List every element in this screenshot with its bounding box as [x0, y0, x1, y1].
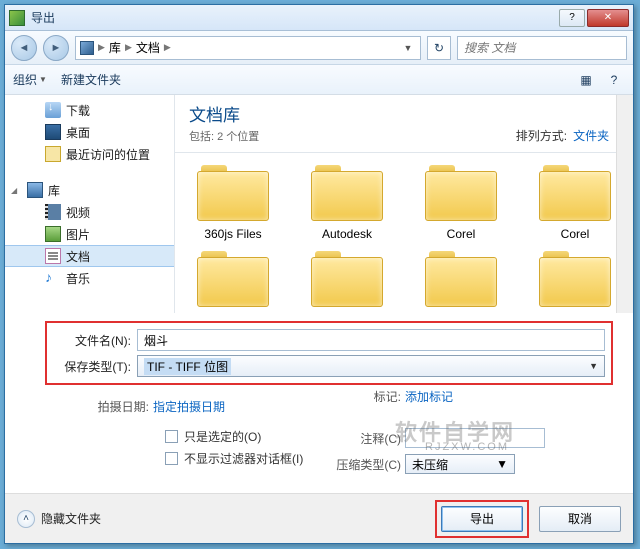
- filename-input[interactable]: [137, 329, 605, 351]
- library-subtitle: 包括: 2 个位置: [189, 128, 259, 144]
- download-icon: [45, 102, 61, 118]
- toolbar: 组织▼ 新建文件夹 ▦ ?: [5, 65, 633, 95]
- titlebar: 导出 ? ✕: [5, 5, 633, 31]
- folder-icon: [193, 159, 273, 223]
- folder-item[interactable]: Autodesk: [297, 159, 397, 241]
- sidebar-item-documents[interactable]: 文档: [5, 245, 174, 267]
- highlight-box: 导出: [435, 500, 529, 538]
- sort-control[interactable]: 排列方式: 文件夹 ▼: [516, 127, 623, 144]
- chevron-down-icon: ▼: [496, 457, 508, 471]
- sidebar: 下载 桌面 最近访问的位置 ◢库 视频 图片 文档 ♪音乐: [5, 95, 175, 313]
- search-input[interactable]: [457, 36, 627, 60]
- recent-icon: [45, 146, 61, 162]
- checkbox[interactable]: [165, 430, 178, 443]
- video-icon: [45, 204, 61, 220]
- highlight-box: 文件名(N): 保存类型(T): TIF - TIFF 位图 ▼: [45, 321, 613, 385]
- comment-input[interactable]: [405, 428, 545, 448]
- folder-item[interactable]: 360js Files: [183, 159, 283, 241]
- folder-icon: [535, 245, 615, 309]
- sidebar-item-desktop[interactable]: 桌面: [5, 121, 174, 143]
- sidebar-item-recent[interactable]: 最近访问的位置: [5, 143, 174, 165]
- breadcrumb-seg[interactable]: 文档: [136, 39, 160, 56]
- chevron-down-icon: ◢: [11, 186, 17, 195]
- folder-item[interactable]: Corel: [525, 159, 625, 241]
- sort-label: 排列方式:: [516, 127, 567, 144]
- tags-value[interactable]: 添加标记: [405, 388, 453, 405]
- chevron-up-icon: ˄: [17, 510, 35, 528]
- right-metadata: 标记: 添加标记 注释(C) 压缩类型(C) 未压缩 ▼: [331, 385, 621, 475]
- nav-bar: ◄ ► ▶ 库 ▶ 文档 ▶ ▼ ↻: [5, 31, 633, 65]
- shootdate-label: 拍摄日期:: [45, 398, 153, 415]
- sidebar-item-music[interactable]: ♪音乐: [5, 267, 174, 289]
- folder-icon: [193, 245, 273, 309]
- sort-value[interactable]: 文件夹: [573, 127, 609, 144]
- picture-icon: [45, 226, 61, 242]
- breadcrumb-seg[interactable]: 库: [109, 39, 121, 56]
- chevron-right-icon: ▶: [98, 42, 105, 53]
- folder-item[interactable]: Corel: [411, 159, 511, 241]
- checkbox[interactable]: [165, 452, 178, 465]
- filename-section: 文件名(N): 保存类型(T): TIF - TIFF 位图 ▼: [5, 313, 633, 391]
- close-button[interactable]: ✕: [587, 9, 629, 27]
- filename-label: 文件名(N):: [53, 332, 131, 349]
- export-button[interactable]: 导出: [441, 506, 523, 532]
- new-folder-button[interactable]: 新建文件夹: [61, 71, 121, 88]
- chevron-right-icon: ▶: [125, 42, 132, 53]
- compress-label: 压缩类型(C): [331, 456, 405, 473]
- folder-item[interactable]: [183, 245, 283, 313]
- export-dialog: 导出 ? ✕ ◄ ► ▶ 库 ▶ 文档 ▶ ▼ ↻ 组织▼ 新建文件夹 ▦ ?: [4, 4, 634, 544]
- sidebar-item-downloads[interactable]: 下载: [5, 99, 174, 121]
- divider: [175, 152, 633, 153]
- library-title: 文档库: [189, 101, 259, 126]
- music-icon: ♪: [45, 270, 61, 286]
- folder-icon: [421, 245, 501, 309]
- filetype-value: TIF - TIFF 位图: [144, 358, 231, 375]
- folder-item[interactable]: [525, 245, 625, 313]
- refresh-button[interactable]: ↻: [427, 36, 451, 60]
- folder-item[interactable]: [297, 245, 397, 313]
- compress-combo[interactable]: 未压缩 ▼: [405, 454, 515, 474]
- address-bar[interactable]: ▶ 库 ▶ 文档 ▶ ▼: [75, 36, 421, 60]
- chevron-right-icon: ▶: [164, 42, 171, 53]
- sidebar-item-videos[interactable]: 视频: [5, 201, 174, 223]
- library-icon: [80, 41, 94, 55]
- content-pane: 文档库 包括: 2 个位置 排列方式: 文件夹 ▼ 360js Files Au…: [175, 95, 633, 313]
- address-dropdown[interactable]: ▼: [400, 43, 416, 53]
- view-mode-button[interactable]: ▦: [575, 70, 597, 90]
- filetype-label: 保存类型(T):: [53, 358, 131, 375]
- tags-label: 标记:: [331, 388, 405, 405]
- footer: ˄ 隐藏文件夹 导出 取消: [5, 493, 633, 543]
- nav-forward-button[interactable]: ►: [43, 35, 69, 61]
- help-icon[interactable]: ?: [603, 70, 625, 90]
- vertical-scrollbar[interactable]: [616, 95, 633, 313]
- sidebar-item-library[interactable]: ◢库: [5, 179, 174, 201]
- folder-icon: [421, 159, 501, 223]
- folder-icon: [535, 159, 615, 223]
- organize-menu[interactable]: 组织▼: [13, 71, 47, 88]
- compress-value: 未压缩: [412, 456, 448, 473]
- body-area: 下载 桌面 最近访问的位置 ◢库 视频 图片 文档 ♪音乐 文档库 包括: 2 …: [5, 95, 633, 313]
- folder-item[interactable]: [411, 245, 511, 313]
- help-button[interactable]: ?: [559, 9, 585, 27]
- document-icon: [45, 248, 61, 264]
- desktop-icon: [45, 124, 61, 140]
- app-icon: [9, 10, 25, 26]
- chevron-down-icon: ▼: [589, 361, 598, 371]
- hide-folders-toggle[interactable]: ˄ 隐藏文件夹: [17, 510, 101, 528]
- no-filter-label: 不显示过滤器对话框(I): [184, 450, 303, 467]
- comment-label: 注释(C): [331, 430, 405, 447]
- folder-grid: 360js Files Autodesk Corel Corel: [175, 155, 633, 245]
- only-selected-label: 只是选定的(O): [184, 428, 261, 445]
- shootdate-value[interactable]: 指定拍摄日期: [153, 398, 225, 415]
- folder-icon: [307, 159, 387, 223]
- filetype-combo[interactable]: TIF - TIFF 位图 ▼: [137, 355, 605, 377]
- library-icon: [27, 182, 43, 198]
- window-title: 导出: [31, 9, 559, 26]
- nav-back-button[interactable]: ◄: [11, 35, 37, 61]
- cancel-button[interactable]: 取消: [539, 506, 621, 532]
- folder-icon: [307, 245, 387, 309]
- sidebar-item-pictures[interactable]: 图片: [5, 223, 174, 245]
